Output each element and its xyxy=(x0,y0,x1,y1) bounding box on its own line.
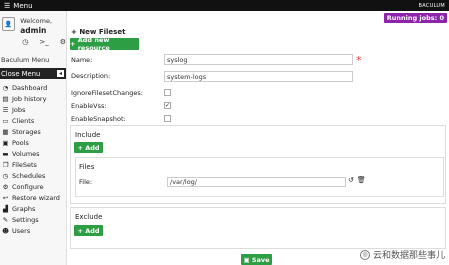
add-new-resource-button[interactable]: + Add new resource xyxy=(70,36,139,52)
sidebar-item-job-history[interactable]: ▤ Job history xyxy=(0,93,66,104)
main-content: Running jobs: 0 + New Fileset + Add new … xyxy=(67,11,449,265)
name-label: Name: xyxy=(71,56,93,64)
database-icon: ▦ xyxy=(2,127,9,136)
enable-snapshot-label: EnableSnapshot: xyxy=(71,115,126,123)
users-icon: ☻ xyxy=(2,226,9,235)
chart-icon: ▟ xyxy=(3,204,8,213)
welcome-text: Welcome, xyxy=(20,17,53,25)
brand-logo: BACULUM xyxy=(418,2,445,9)
copy-icon: ❐ xyxy=(2,160,9,169)
undo-icon[interactable]: ↺ xyxy=(348,176,354,184)
sidebar: 👤 Welcome, admin ◷ >_ ⚙ Baculum Menu Clo… xyxy=(0,11,67,265)
terminal-icon[interactable]: >_ xyxy=(39,38,48,46)
sidebar-title: Baculum Menu xyxy=(1,56,50,64)
running-jobs-label: Running jobs: 0 xyxy=(386,14,444,22)
clock-icon: ◷ xyxy=(2,171,9,180)
desktop-icon: ▭ xyxy=(2,116,9,125)
description-input[interactable]: system-logs xyxy=(164,71,353,82)
save-icon: ▣ xyxy=(243,255,252,264)
ignore-fileset-changes-checkbox[interactable] xyxy=(164,89,171,96)
include-title: Include xyxy=(75,131,101,139)
sidebar-item-restore-wizard[interactable]: ↩ Restore wizard xyxy=(0,192,66,203)
tape-icon: ▣ xyxy=(2,138,9,147)
trash-icon[interactable]: 🗑 xyxy=(357,176,366,184)
username: admin xyxy=(20,26,47,35)
files-title: Files xyxy=(79,163,95,171)
page-title: + New Fileset xyxy=(71,28,126,36)
history-icon: ▤ xyxy=(2,94,9,103)
description-label: Description: xyxy=(71,72,111,80)
close-menu-label: Close Menu xyxy=(1,69,41,78)
wrench-icon: ✎ xyxy=(2,215,9,224)
file-label: File: xyxy=(79,178,93,186)
sidebar-item-clients[interactable]: ▭ Clients xyxy=(0,115,66,126)
sidebar-item-volumes[interactable]: ▬ Volumes xyxy=(0,148,66,159)
menu-label: Menu xyxy=(13,1,33,10)
sidebar-item-users[interactable]: ☻ Users xyxy=(0,225,66,236)
exclude-title: Exclude xyxy=(75,213,103,221)
exclude-add-button[interactable]: + Add xyxy=(74,225,103,236)
enable-snapshot-checkbox[interactable] xyxy=(164,115,171,122)
plus-icon: + xyxy=(77,143,86,152)
tachometer-icon: ◔ xyxy=(2,83,9,92)
top-bar: ☰ Menu BACULUM xyxy=(0,0,449,11)
watermark: ◎ 云和数据那些事儿 xyxy=(359,248,445,261)
close-icon: ◂ xyxy=(57,70,64,77)
hdd-icon: ▬ xyxy=(2,149,9,158)
gear-icon[interactable]: ⚙ xyxy=(60,38,66,46)
sidebar-item-filesets[interactable]: ❐ FileSets xyxy=(0,159,66,170)
plus-icon: + xyxy=(77,226,86,235)
file-path-input[interactable]: /var/log/ xyxy=(167,177,346,187)
cog-icon: ⚙ xyxy=(2,182,9,191)
exclude-panel: Exclude + Add xyxy=(70,207,446,249)
plus-icon: + xyxy=(70,40,78,48)
avatar: 👤 xyxy=(2,17,16,31)
sidebar-item-settings[interactable]: ✎ Settings xyxy=(0,214,66,225)
required-asterisk: * xyxy=(356,54,362,67)
ignore-fileset-changes-label: IgnoreFilesetChanges: xyxy=(71,89,143,97)
sidebar-item-jobs[interactable]: ☰ Jobs xyxy=(0,104,66,115)
user-icon: 👤 xyxy=(4,20,13,28)
tasks-icon: ☰ xyxy=(2,105,9,114)
sidebar-item-dashboard[interactable]: ◔ Dashboard xyxy=(0,82,66,93)
name-input[interactable]: syslog xyxy=(164,54,353,65)
sidebar-item-pools[interactable]: ▣ Pools xyxy=(0,137,66,148)
enable-vss-checkbox[interactable]: ✓ xyxy=(164,102,171,109)
plus-icon: + xyxy=(71,28,77,36)
save-button[interactable]: ▣ Save xyxy=(241,254,272,265)
enable-vss-label: EnableVss: xyxy=(71,102,107,110)
sidebar-item-configure[interactable]: ⚙ Configure xyxy=(0,181,66,192)
clock-icon[interactable]: ◷ xyxy=(22,38,28,46)
sidebar-item-storages[interactable]: ▦ Storages xyxy=(0,126,66,137)
running-jobs-button[interactable]: Running jobs: 0 xyxy=(383,13,447,23)
sidebar-item-schedules[interactable]: ◷ Schedules xyxy=(0,170,66,181)
sidebar-item-graphs[interactable]: ▟ Graphs xyxy=(0,203,66,214)
menu-toggle[interactable]: ☰ Menu xyxy=(4,2,33,10)
user-block: 👤 Welcome, admin ◷ >_ ⚙ xyxy=(0,11,66,46)
include-add-button[interactable]: + Add xyxy=(74,142,103,153)
sidebar-nav: ◔ Dashboard ▤ Job history ☰ Jobs ▭ Clients ▦… xyxy=(0,82,66,236)
wechat-icon: ◎ xyxy=(359,249,370,260)
hamburger-icon: ☰ xyxy=(4,1,11,10)
close-menu-button[interactable]: Close Menu ◂ xyxy=(0,68,66,79)
reply-icon: ↩ xyxy=(2,193,9,202)
